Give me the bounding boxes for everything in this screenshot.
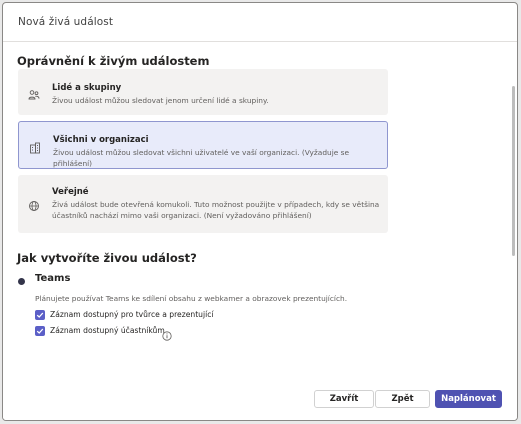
building-icon — [29, 139, 41, 154]
option-public[interactable]: Veřejné Živá událost bude otevřená komuk… — [18, 175, 388, 233]
globe-icon — [28, 197, 40, 211]
teams-label[interactable]: Teams — [35, 273, 70, 284]
production-heading: Jak vytvoříte živou událost? — [17, 251, 197, 265]
new-live-event-dialog: Nová živá událost Oprávnění k živým udál… — [2, 2, 518, 421]
checkbox-label: Záznam dostupný pro tvůrce a prezentujíc… — [50, 310, 214, 319]
teams-description: Plánujete používat Teams ke sdílení obsa… — [35, 294, 348, 303]
option-title: Lidé a skupiny — [52, 83, 122, 93]
dialog-scroll-area[interactable]: Oprávnění k živým událostem Lidé a skupi… — [3, 42, 517, 420]
permissions-heading: Oprávnění k živým událostem — [17, 54, 210, 68]
option-people-and-groups[interactable]: Lidé a skupiny Živou událost můžou sledo… — [18, 69, 388, 115]
option-description: Živá událost bude otevřená komukoli. Tut… — [52, 200, 380, 220]
option-description: Živou událost můžou sledovat všichni uži… — [53, 148, 350, 168]
dialog-title: Nová živá událost — [18, 16, 114, 28]
schedule-button[interactable]: Naplánovat — [435, 390, 502, 408]
checkbox-label: Záznam dostupný účastníkům — [50, 326, 165, 335]
recording-attendees-checkbox[interactable] — [35, 326, 45, 336]
scrollbar[interactable] — [512, 86, 515, 256]
teams-radio[interactable] — [18, 278, 25, 285]
back-button[interactable]: Zpět — [375, 390, 430, 408]
option-everyone-in-organization[interactable]: Všichni v organizaci Živou událost můžou… — [18, 121, 388, 169]
info-icon[interactable] — [162, 326, 172, 341]
option-title: Všichni v organizaci — [53, 135, 149, 145]
option-title: Veřejné — [52, 187, 89, 197]
dialog-footer: Zavřít Zpět Naplánovat — [3, 380, 517, 420]
close-button[interactable]: Zavřít — [314, 390, 374, 408]
people-icon — [28, 86, 40, 100]
option-description: Živou událost můžou sledovat jenom určen… — [52, 96, 269, 105]
recording-producers-checkbox[interactable] — [35, 310, 45, 320]
